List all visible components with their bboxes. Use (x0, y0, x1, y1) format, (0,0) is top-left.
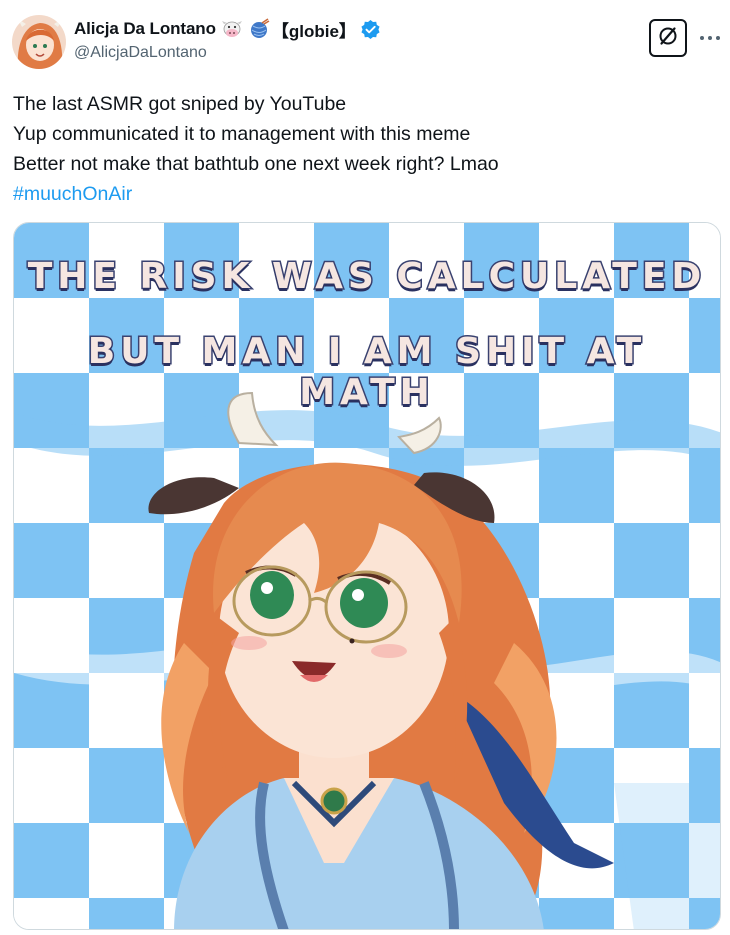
tweet-line: Yup communicated it to management with t… (13, 123, 471, 145)
yarn-ball-icon (248, 18, 270, 40)
hashtag-link[interactable]: #muuchOnAir (13, 179, 499, 209)
author-block: Alicja Da Lontano 【globie】 @AlicjaDaLont… (74, 17, 381, 62)
tweet-line: The last ASMR got sniped by YouTube (13, 93, 347, 115)
meme-caption-line-2: BUT MAN I AM SHIT AT MATH (86, 330, 647, 415)
meme-illustration (14, 223, 720, 929)
name-tag: 【globie】 (271, 21, 356, 41)
name-row: Alicja Da Lontano 【globie】 (74, 17, 381, 41)
meme-caption-line-1: THE RISK WAS CALCULATED (26, 255, 707, 299)
tweet-media-image[interactable]: THE RISK WAS CALCULATED BUT MAN I AM SHI… (13, 222, 721, 930)
more-button[interactable] (696, 25, 724, 49)
grok-button[interactable] (649, 19, 687, 57)
verified-badge-icon[interactable] (360, 19, 381, 40)
tweet-line: Better not make that bathtub one next we… (13, 153, 499, 175)
cow-face-icon (221, 18, 243, 40)
more-icon (699, 28, 721, 46)
tweet-text: The last ASMR got sniped by YouTube Yup … (13, 89, 499, 209)
handle[interactable]: @AlicjaDaLontano (74, 44, 381, 62)
display-name[interactable]: Alicja Da Lontano (74, 19, 216, 39)
grok-icon (656, 24, 680, 53)
avatar[interactable] (12, 15, 66, 69)
